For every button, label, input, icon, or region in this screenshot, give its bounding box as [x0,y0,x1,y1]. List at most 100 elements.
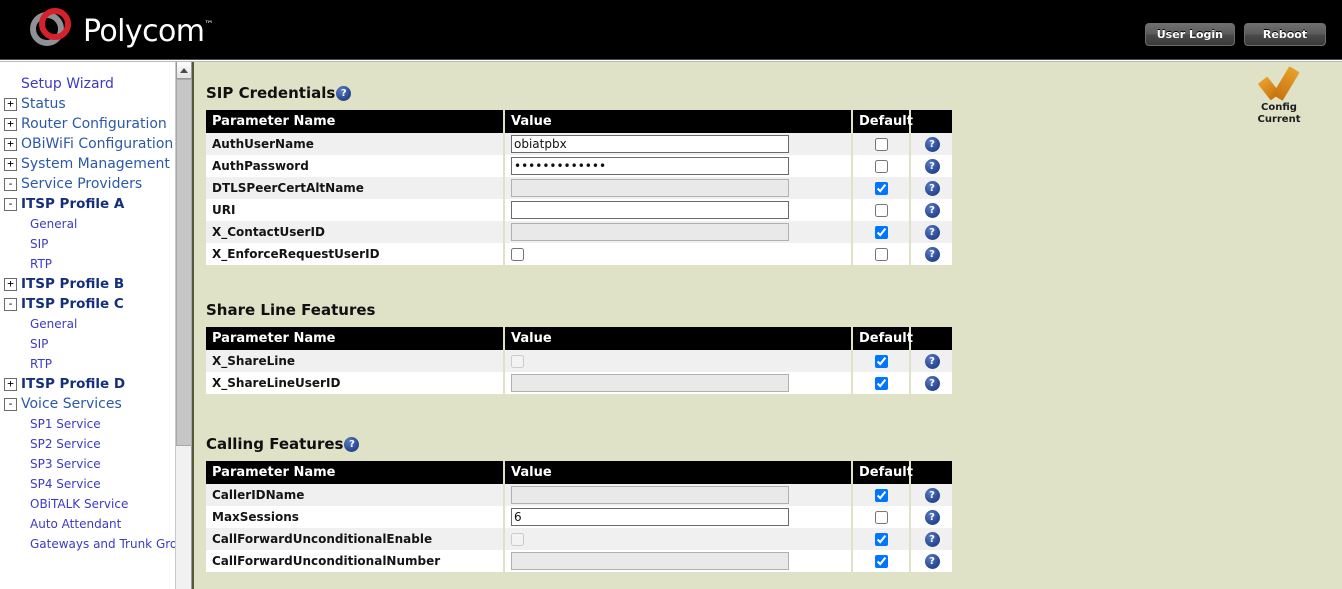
expand-icon[interactable]: + [4,117,17,131]
sidebar-item-system-management[interactable]: + System Management [0,154,175,174]
sidebar-item-sp4-service[interactable]: SP4 Service [0,474,175,494]
sidebar-item-label[interactable]: Setup Wizard [21,76,114,92]
expand-icon[interactable]: + [4,157,17,171]
main-content: Config Current SIP Credentials? Parameter… [194,62,1342,589]
help-icon[interactable]: ? [924,225,940,240]
help-icon[interactable]: ? [924,376,940,391]
sidebar-item-label[interactable]: General [30,317,77,331]
sidebar-item-label[interactable]: SP3 Service [30,457,101,471]
reboot-button[interactable]: Reboot [1244,23,1326,46]
sidebar-item-voice-services[interactable]: - Voice Services [0,394,175,414]
sidebar-item-label[interactable]: General [30,217,77,231]
sidebar-item-label[interactable]: Service Providers [21,176,142,192]
sidebar-item-label[interactable]: ITSP Profile D [21,376,125,392]
sidebar-item-obiwifi-configuration[interactable]: + OBiWiFi Configuration [0,134,175,154]
sidebar-item-status[interactable]: + Status [0,94,175,114]
sidebar-item-label[interactable]: Router Configuration [21,116,167,132]
sidebar-item-profile-c-general[interactable]: General [0,314,175,334]
sidebar-item-gateways-and-trunk-groups[interactable]: Gateways and Trunk Grou [0,534,175,554]
collapse-icon[interactable]: - [4,297,17,311]
sidebar-item-service-providers[interactable]: - Service Providers [0,174,175,194]
value-input[interactable] [511,135,789,153]
sidebar-item-itsp-profile-a[interactable]: - ITSP Profile A [0,194,175,214]
collapse-icon[interactable]: - [4,197,17,211]
sidebar-item-label[interactable]: Gateways and Trunk Grou [30,537,175,551]
value-input[interactable] [511,508,789,526]
default-cell [852,350,911,372]
default-checkbox[interactable] [874,204,888,217]
table-header-row: Parameter Name Value Default [206,327,952,350]
sidebar-item-label[interactable]: Auto Attendant [30,517,121,531]
default-checkbox[interactable] [874,377,888,390]
sidebar-item-label[interactable]: ITSP Profile A [21,196,124,212]
expand-icon[interactable]: + [4,377,17,391]
help-icon[interactable]: ? [924,554,940,569]
polycom-logo-icon [30,8,74,52]
sidebar-item-label[interactable]: RTP [30,257,52,271]
sidebar-item-profile-a-general[interactable]: General [0,214,175,234]
help-icon[interactable]: ? [924,181,940,196]
help-icon[interactable]: ? [336,85,352,101]
default-checkbox[interactable] [874,555,888,568]
help-cell: ? [910,372,952,394]
help-icon[interactable]: ? [924,247,940,262]
value-checkbox[interactable] [511,248,524,261]
sidebar-item-label[interactable]: SP4 Service [30,477,101,491]
expand-icon[interactable]: + [4,137,17,151]
default-checkbox[interactable] [874,511,888,524]
help-icon[interactable]: ? [924,532,940,547]
sidebar-item-itsp-profile-c[interactable]: - ITSP Profile C [0,294,175,314]
sidebar-item-label[interactable]: ITSP Profile C [21,296,124,312]
sidebar-item-auto-attendant[interactable]: Auto Attendant [0,514,175,534]
scroll-up-arrow-icon[interactable] [176,62,192,79]
sidebar-item-itsp-profile-b[interactable]: + ITSP Profile B [0,274,175,294]
collapse-icon[interactable]: - [4,397,17,411]
password-input[interactable] [511,157,789,175]
default-checkbox[interactable] [874,355,888,368]
scrollbar-thumb[interactable] [176,79,192,446]
sidebar-scrollbar[interactable] [176,62,192,589]
sidebar-item-label[interactable]: Voice Services [21,396,122,412]
sidebar-item-profile-c-sip[interactable]: SIP [0,334,175,354]
sidebar-item-label[interactable]: SP2 Service [30,437,101,451]
sidebar-item-sp3-service[interactable]: SP3 Service [0,454,175,474]
sidebar-item-label[interactable]: OBiTALK Service [30,497,128,511]
expand-icon[interactable]: + [4,277,17,291]
parameter-value-cell [504,221,853,243]
sidebar-item-router-configuration[interactable]: + Router Configuration [0,114,175,134]
sidebar-item-profile-a-rtp[interactable]: RTP [0,254,175,274]
default-checkbox[interactable] [874,489,888,502]
sidebar-item-sp1-service[interactable]: SP1 Service [0,414,175,434]
help-icon[interactable]: ? [924,137,940,152]
help-icon[interactable]: ? [924,159,940,174]
sidebar-item-label[interactable]: RTP [30,357,52,371]
sidebar-item-obitalk-service[interactable]: OBiTALK Service [0,494,175,514]
sidebar-item-label[interactable]: OBiWiFi Configuration [21,136,173,152]
sidebar-item-label[interactable]: SP1 Service [30,417,101,431]
default-checkbox[interactable] [874,182,888,195]
default-checkbox[interactable] [874,138,888,151]
help-icon[interactable]: ? [344,436,360,452]
value-input[interactable] [511,201,789,219]
sidebar-item-sp2-service[interactable]: SP2 Service [0,434,175,454]
sidebar-item-label[interactable]: Status [21,96,66,112]
expand-icon[interactable]: + [4,97,17,111]
sidebar-item-setup-wizard[interactable]: Setup Wizard [0,74,175,94]
collapse-icon[interactable]: - [4,177,17,191]
user-login-button[interactable]: User Login [1144,23,1235,46]
help-icon[interactable]: ? [924,203,940,218]
default-checkbox[interactable] [874,226,888,239]
sidebar-item-profile-a-sip[interactable]: SIP [0,234,175,254]
sidebar-item-itsp-profile-d[interactable]: + ITSP Profile D [0,374,175,394]
default-checkbox[interactable] [874,160,888,173]
sidebar-item-profile-c-rtp[interactable]: RTP [0,354,175,374]
sidebar-item-label[interactable]: ITSP Profile B [21,276,124,292]
help-icon[interactable]: ? [924,510,940,525]
sidebar-item-label[interactable]: SIP [30,337,48,351]
sidebar-item-label[interactable]: System Management [21,156,170,172]
default-checkbox[interactable] [874,533,888,546]
help-icon[interactable]: ? [924,488,940,503]
default-checkbox[interactable] [874,248,888,261]
sidebar-item-label[interactable]: SIP [30,237,48,251]
help-icon[interactable]: ? [924,354,940,369]
